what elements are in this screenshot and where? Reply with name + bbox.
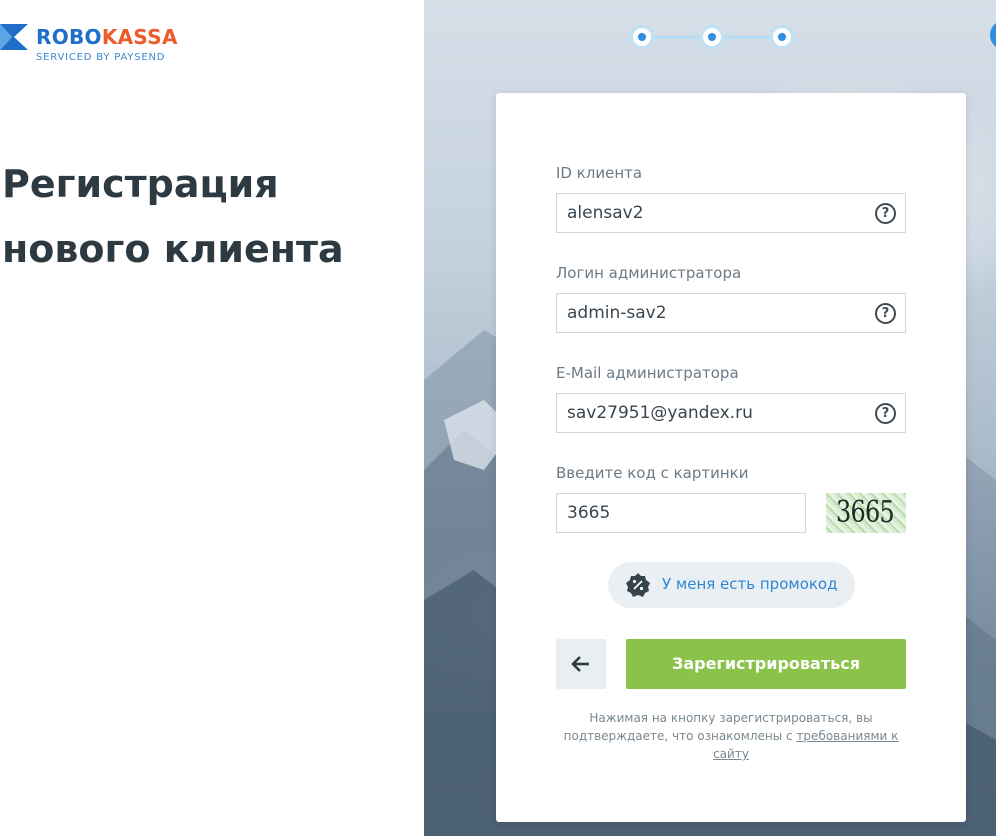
admin-email-field: ? <box>556 393 906 433</box>
admin-email-label: E-Mail администратора <box>556 364 739 382</box>
back-button[interactable] <box>556 639 606 689</box>
client-id-label: ID клиента <box>556 164 643 182</box>
captcha-field <box>556 493 806 533</box>
client-id-field: ? <box>556 193 906 233</box>
admin-login-label: Логин администратора <box>556 264 742 282</box>
step-1-dot <box>630 25 654 49</box>
step-connector <box>652 36 704 39</box>
progress-stepper <box>630 24 795 50</box>
client-id-input[interactable] <box>557 194 905 232</box>
step-3-dot <box>770 25 794 49</box>
left-panel: ROBOKASSA SERVICED BY PAYSEND Регистраци… <box>0 0 424 836</box>
promo-badge-icon <box>626 573 650 597</box>
captcha-image[interactable]: 3665 <box>826 493 906 533</box>
question-circle-icon[interactable]: ? <box>875 303 896 324</box>
logo-subtitle: SERVICED BY PAYSEND <box>36 52 166 63</box>
promo-code-button[interactable]: У меня есть промокод <box>608 562 855 608</box>
question-circle-icon[interactable]: ? <box>875 203 896 224</box>
logo-wordmark: ROBOKASSA <box>36 25 178 49</box>
arrow-left-icon <box>571 656 589 672</box>
question-circle-icon[interactable]: ? <box>875 403 896 424</box>
admin-email-input[interactable] <box>557 394 905 432</box>
promo-code-label: У меня есть промокод <box>662 575 838 593</box>
step-connector <box>722 36 774 39</box>
step-2-dot <box>700 25 724 49</box>
admin-login-field: ? <box>556 293 906 333</box>
terms-notice: Нажимая на кнопку зарегистрироваться, вы… <box>556 709 906 763</box>
page-title: Регистрация нового клиента <box>2 162 344 271</box>
captcha-image-text: 3665 <box>836 495 895 530</box>
registration-form-card: ID клиента ? Логин администратора ? E-Ma… <box>496 93 966 822</box>
logo-mark-icon <box>0 24 28 50</box>
admin-login-input[interactable] <box>557 294 905 332</box>
captcha-label: Введите код с картинки <box>556 464 749 482</box>
captcha-input[interactable] <box>557 494 805 532</box>
register-button[interactable]: Зарегистрироваться <box>626 639 906 689</box>
